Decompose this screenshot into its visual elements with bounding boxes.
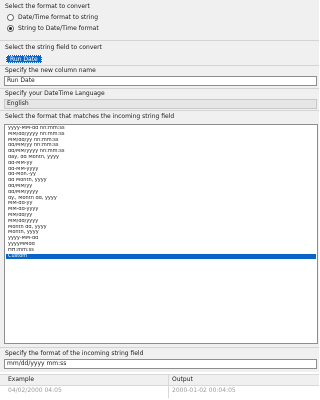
format-section-label: Select the format to convert [5,3,90,10]
format-list-label: Select the format that matches the incom… [5,113,175,120]
preview-header-output: Output [172,376,193,383]
preview-header: Example Output [0,374,319,386]
format-list-item[interactable]: Custom [6,253,316,260]
new-column-label: Specify the new column name [5,67,96,74]
radio-button-icon[interactable] [7,25,14,32]
preview-example-value: 04/02/2000 04:05 [8,387,62,394]
new-column-input[interactable]: Run Date [4,76,317,86]
string-field-select[interactable]: Run Date [6,55,42,63]
string-field-label: Select the string field to convert [5,44,102,51]
radio-label: String to Date/Time format [18,25,99,32]
column-divider [168,374,169,398]
preview-header-example: Example [8,376,35,383]
incoming-format-input[interactable]: mm/dd/yyyy mm:ss [4,359,317,369]
incoming-format-label: Specify the format of the incoming strin… [5,350,144,357]
format-listbox[interactable]: yyyy-MM-dd hh:mm:ss MM/dd/yyyy hh:mm:ss MM… [4,124,318,344]
preview-row: 04/02/2000 04:05 2000-01-02 00:04:05 [0,386,319,397]
language-label: Specify your DateTime Language [5,90,105,97]
preview-output-value: 2000-01-02 00:04:05 [172,387,236,394]
radio-label: Date/Time format to string [18,14,99,21]
radio-button-icon[interactable] [7,14,14,21]
language-select[interactable]: English [4,99,317,109]
